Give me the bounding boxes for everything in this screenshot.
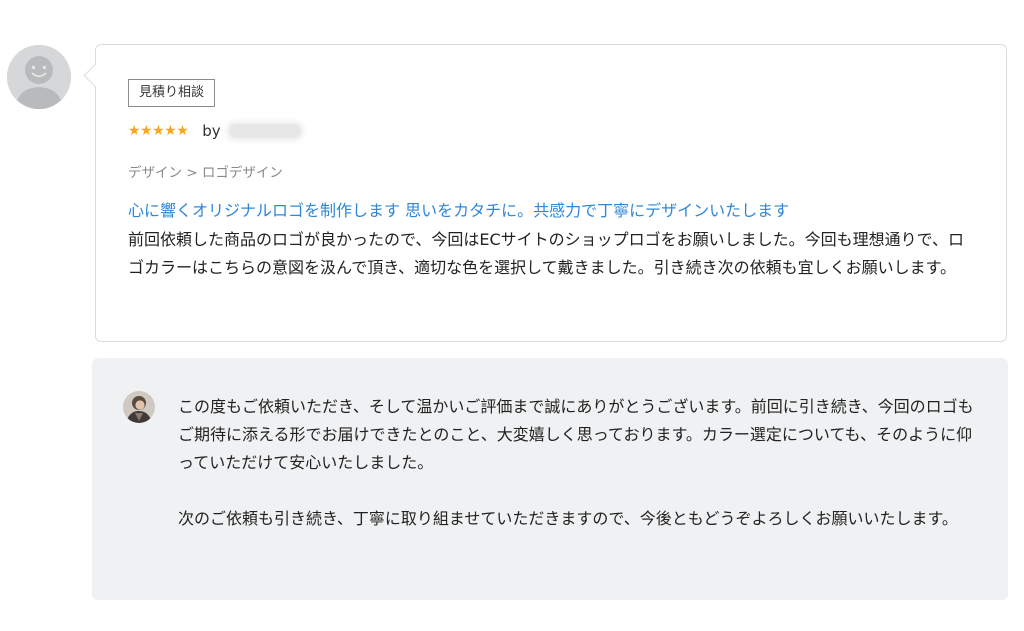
service-title-link[interactable]: 心に響くオリジナルロゴを制作します 思いをカタチに。共感力で丁寧にデザインいたし… (128, 197, 789, 221)
star-rating: ★★★★★ (128, 123, 189, 139)
reviewer-name-blurred (228, 124, 301, 138)
by-label: by (202, 122, 221, 140)
category-breadcrumb[interactable]: デザイン > ロゴデザイン (128, 161, 283, 181)
review-card: 見積り相談 ★★★★★ by デザイン > ロゴデザイン 心に響くオリジナルロゴ… (83, 44, 1007, 342)
reply-paragraph-2: 次のご依頼も引き続き、丁寧に取り組ませていただきますので、今後ともどうぞよろしく… (178, 509, 958, 528)
reviewer-avatar (7, 45, 71, 109)
seller-photo-avatar (123, 391, 155, 423)
seller-reply-text: この度もご依頼いただき、そして温かいご評価まで誠にありがとうございます。前回に引… (178, 393, 978, 533)
seller-avatar[interactable] (123, 391, 155, 423)
estimate-consultation-tag: 見積り相談 (128, 79, 216, 107)
speech-bubble-tail (83, 63, 108, 88)
reply-paragraph-1: この度もご依頼いただき、そして温かいご評価まで誠にありがとうございます。前回に引… (178, 397, 974, 472)
review-body-text: 前回依頼した商品のロゴが良かったので、今回はECサイトのショップロゴをお願いしま… (128, 230, 965, 277)
seller-reply-box: この度もご依頼いただき、そして温かいご評価まで誠にありがとうございます。前回に引… (92, 358, 1008, 600)
rating-row: ★★★★★ by (128, 121, 301, 141)
default-user-avatar-icon (7, 45, 71, 109)
